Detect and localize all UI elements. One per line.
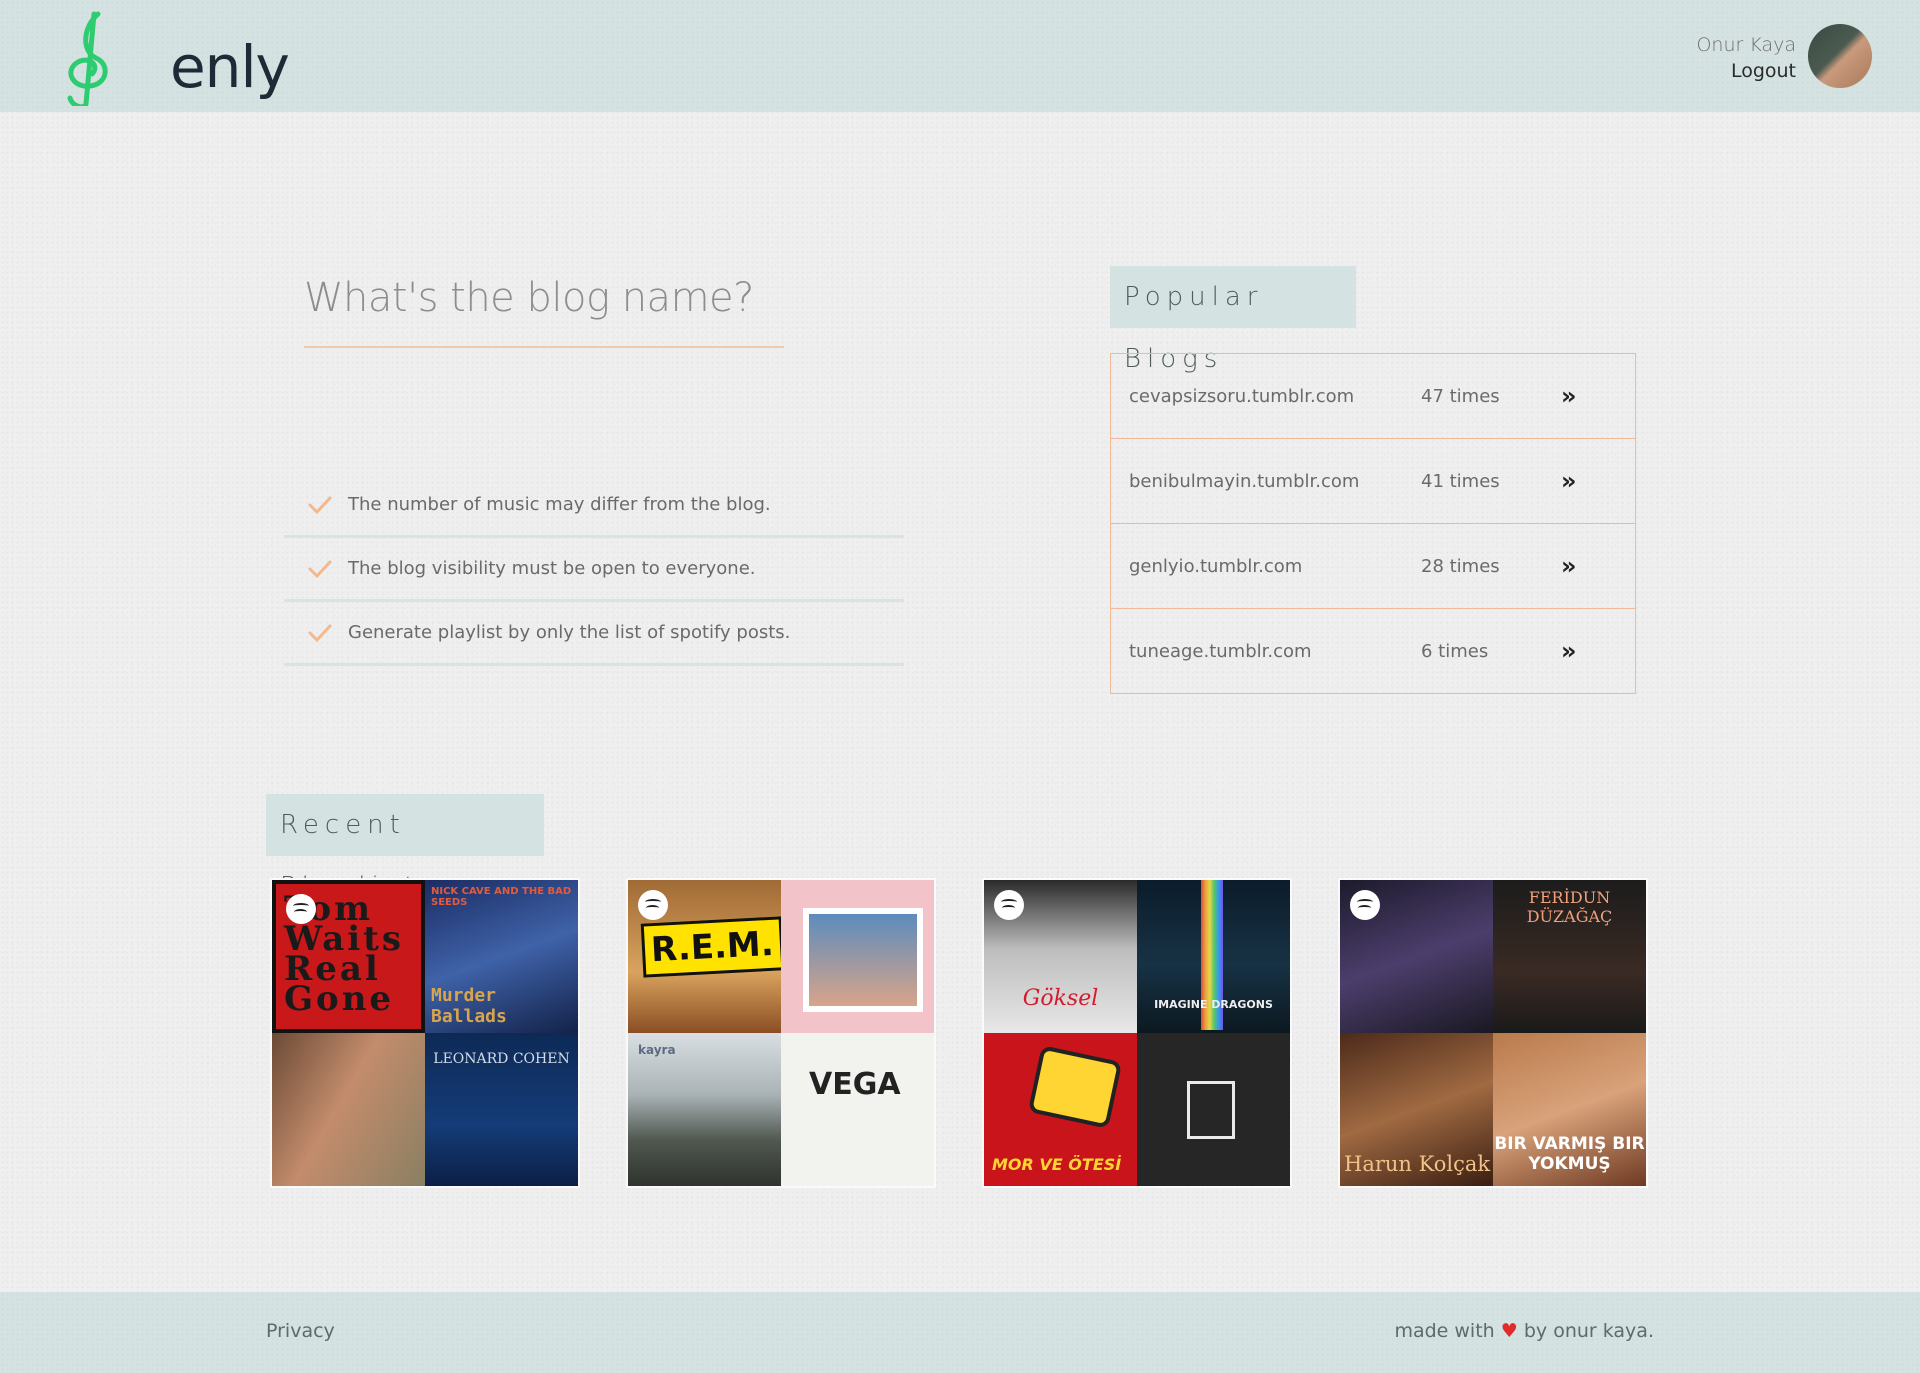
note-text: The number of music may differ from the … [348,494,771,515]
album-cover: NICK CAVE AND THE BAD SEEDS Murder Balla… [425,880,578,1033]
double-chevron-right-icon[interactable]: » [1561,639,1577,663]
blog-row[interactable]: tuneage.tumblr.com 6 times » [1111,609,1635,693]
note-text: The blog visibility must be open to ever… [348,558,756,579]
album-cover: LEONARD COHEN [425,1033,578,1186]
album-cover: MOR VE ÖTESİ [984,1033,1137,1186]
portrait-frame [803,908,923,1012]
blog-row[interactable]: cevapsizsoru.tumblr.com 47 times » [1111,354,1635,439]
avatar[interactable] [1808,24,1872,88]
album-cover [1340,880,1493,1033]
album-title: Murder Ballads [431,985,507,1027]
blog-name: genlyio.tumblr.com [1129,555,1303,577]
logout-link[interactable]: Logout [1696,58,1796,84]
blog-name: benibulmayin.tumblr.com [1129,470,1360,492]
album-title: BIR VARMIŞ BIR YOKMUŞ [1494,1134,1645,1174]
list-item: Generate playlist by only the list of sp… [284,602,904,666]
album-cover: IMAGINE DRAGONS [1137,880,1290,1033]
radio-icon [1027,1045,1123,1129]
album-cover: kayra [628,1033,781,1186]
spotify-icon [1350,890,1380,920]
double-chevron-right-icon[interactable]: » [1561,469,1577,493]
popular-blogs-heading: Popular Blogs [1110,266,1356,374]
heart-icon: ♥ [1500,1320,1518,1342]
playlist-card[interactable]: Tom Waits Real Gone NICK CAVE AND THE BA… [272,880,578,1186]
spotify-icon [286,894,316,924]
blog-name-input[interactable] [304,268,784,328]
blog-count: 41 times [1421,470,1500,492]
album-artist: NICK CAVE AND THE BAD SEEDS [431,886,572,908]
top-header: enly Onur Kaya Logout [0,0,1920,112]
spotify-icon [994,890,1024,920]
album-cover [272,1033,425,1186]
blog-name-field-wrapper [304,268,784,348]
album-artist: IMAGINE DRAGONS [1154,998,1273,1011]
note-text: Generate playlist by only the list of sp… [348,622,791,643]
album-cover: FERİDUN DÜZAĞAÇ [1493,880,1646,1033]
blog-name: cevapsizsoru.tumblr.com [1129,385,1355,407]
album-cover [1137,1033,1290,1186]
list-item: The blog visibility must be open to ever… [284,538,904,602]
page-footer: Privacy made with ♥ by onur kaya. [0,1292,1920,1373]
genly-logo[interactable]: enly [60,8,290,110]
album-artist: LEONARD COHEN [433,1051,570,1067]
album-artist: Harun Kolçak [1344,1152,1491,1176]
blog-count: 47 times [1421,385,1500,407]
double-chevron-right-icon[interactable]: » [1561,554,1577,578]
checkmark-icon [308,560,332,578]
user-name: Onur Kaya [1696,34,1796,56]
recent-playlists-heading: Recent Playlists [266,794,544,902]
credits: made with ♥ by onur kaya. [1394,1320,1654,1342]
spotify-icon [638,890,668,920]
blog-row[interactable]: genlyio.tumblr.com 28 times » [1111,524,1635,609]
playlist-card[interactable]: R.E.M. kayra VEGA [628,880,934,1186]
credits-prefix: made with [1394,1320,1495,1342]
album-artist: kayra [638,1043,676,1057]
checkmark-icon [308,624,332,642]
album-artist: FERİDUN DÜZAĞAÇ [1526,888,1613,926]
album-artist: Göksel [1022,986,1099,1011]
album-cover: VEGA [781,1033,934,1186]
album-artist: VEGA [809,1067,901,1102]
list-item: The number of music may differ from the … [284,474,904,538]
album-artist: R.E.M. [640,916,781,978]
blog-name: tuneage.tumblr.com [1129,640,1312,662]
requirements-list: The number of music may differ from the … [284,474,904,666]
brand-name: enly [170,33,290,101]
album-cover [781,880,934,1033]
checkmark-icon [308,496,332,514]
album-cover: Harun Kolçak [1340,1033,1493,1186]
blog-row[interactable]: benibulmayin.tumblr.com 41 times » [1111,439,1635,524]
house-icon [1187,1081,1235,1139]
privacy-link[interactable]: Privacy [266,1320,335,1342]
playlist-card[interactable]: Göksel IMAGINE DRAGONS MOR VE ÖTESİ [984,880,1290,1186]
album-artist: MOR VE ÖTESİ [992,1155,1122,1174]
album-cover: R.E.M. [628,880,781,1033]
double-chevron-right-icon[interactable]: » [1561,384,1577,408]
blog-count: 6 times [1421,640,1489,662]
user-menu: Onur Kaya Logout [1696,32,1796,84]
album-cover: Göksel [984,880,1137,1033]
album-cover: BIR VARMIŞ BIR YOKMUŞ [1493,1033,1646,1186]
album-cover: Tom Waits Real Gone [272,880,425,1033]
playlist-card[interactable]: FERİDUN DÜZAĞAÇ Harun Kolçak BIR VARMIŞ … [1340,880,1646,1186]
treble-clef-icon [67,11,108,110]
popular-blogs-table: cevapsizsoru.tumblr.com 47 times » benib… [1110,353,1636,694]
blog-count: 28 times [1421,555,1500,577]
credits-suffix: by onur kaya. [1523,1320,1654,1342]
